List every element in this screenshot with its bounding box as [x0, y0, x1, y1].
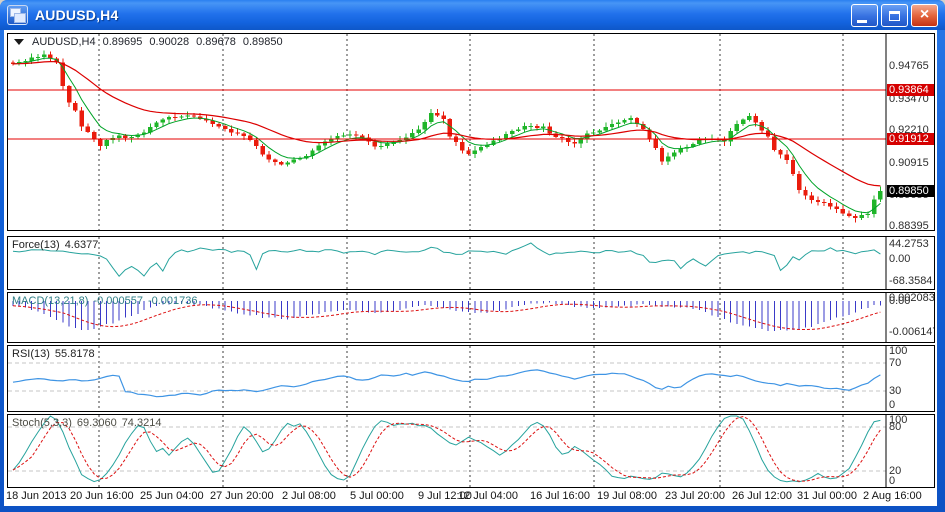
- macd-axis-tick: -0.006147: [889, 326, 935, 338]
- stochastic-d-value: 74.3214: [121, 417, 162, 429]
- current-price-badge: 0.89850: [887, 185, 934, 197]
- force-axis-tick: -68.3584: [889, 275, 933, 287]
- date-label: 5 Jul 00:00: [350, 490, 404, 502]
- rsi-chart-canvas[interactable]: [8, 346, 934, 411]
- date-label: 16 Jul 16:00: [530, 490, 590, 502]
- date-label: 23 Jul 20:00: [665, 490, 725, 502]
- window-title: AUDUSD,H4: [35, 7, 119, 23]
- price-chart-canvas[interactable]: [8, 34, 934, 230]
- rsi-label: RSI(13) 55.8178: [12, 348, 100, 360]
- rsi-axis-tick: 0: [889, 399, 896, 411]
- rsi-axis-tick: 70: [889, 357, 902, 369]
- force-name: Force(13): [12, 239, 60, 251]
- rsi-value: 55.8178: [54, 348, 95, 360]
- window-titlebar[interactable]: AUDUSD,H4 ×: [0, 0, 945, 30]
- force-indicator-panel[interactable]: Force(13) 4.6377 44.2753 0.00 -68.3584: [7, 236, 935, 290]
- header-open: 0.89695: [102, 36, 143, 48]
- macd-label: MACD(13,21,8) -0.000557 -0.001736: [12, 295, 203, 307]
- time-axis[interactable]: 18 Jun 2013 20 Jun 16:00 25 Jun 04:00 27 Ju…: [6, 488, 935, 505]
- date-label: 2 Jul 08:00: [282, 490, 336, 502]
- stoch-axis-tick: 0: [889, 475, 896, 487]
- force-label: Force(13) 4.6377: [12, 239, 103, 251]
- maximize-icon: [889, 10, 900, 21]
- price-level-badge: 0.93864: [887, 84, 934, 96]
- mt4-chart-window: AUDUSD,H4 × AUDUSD,H4 0.89695 0.90028 0.…: [0, 0, 945, 512]
- stochastic-k-value: 69.3060: [76, 417, 117, 429]
- date-label: 25 Jun 04:00: [140, 490, 204, 502]
- price-tick: 0.94765: [889, 60, 929, 72]
- date-label: 18 Jun 2013: [6, 490, 67, 502]
- price-tick: 0.90915: [889, 157, 929, 169]
- date-label: 12 Jul 04:00: [458, 490, 518, 502]
- macd-main-value: -0.000557: [93, 295, 143, 307]
- rsi-axis-tick: 100: [889, 345, 908, 357]
- close-button[interactable]: ×: [911, 4, 938, 27]
- macd-axis-tick: 0.00: [889, 295, 911, 307]
- header-close: 0.89850: [242, 36, 283, 48]
- price-tick: 0.88395: [889, 220, 929, 231]
- macd-name: MACD(13,21,8): [12, 295, 89, 307]
- ohlc-header: AUDUSD,H4 0.89695 0.90028 0.89678 0.8985…: [14, 36, 290, 48]
- symbol-dropdown-icon[interactable]: [14, 39, 24, 45]
- stochastic-name: Stoch(5,3,3): [12, 417, 72, 429]
- rsi-indicator-panel[interactable]: RSI(13) 55.8178 100 70 30 0: [7, 345, 935, 412]
- close-icon: ×: [919, 6, 930, 23]
- date-label: 26 Jul 12:00: [732, 490, 792, 502]
- date-label: 27 Jun 20:00: [210, 490, 274, 502]
- maximize-button[interactable]: [881, 4, 908, 27]
- stochastic-indicator-panel[interactable]: Stoch(5,3,3) 69.3060 74.3214 100 80 20 0: [7, 414, 935, 488]
- force-value: 4.6377: [64, 239, 99, 251]
- window-controls: ×: [851, 4, 938, 27]
- price-chart-panel[interactable]: AUDUSD,H4 0.89695 0.90028 0.89678 0.8985…: [7, 33, 935, 231]
- chart-window-icon: [7, 5, 28, 25]
- stoch-axis-tick: 80: [889, 421, 902, 433]
- minimize-icon: [856, 19, 867, 23]
- header-low: 0.89678: [196, 36, 236, 48]
- date-label: 19 Jul 08:00: [597, 490, 657, 502]
- date-label: 2 Aug 16:00: [863, 490, 922, 502]
- force-axis-tick: 0.00: [889, 253, 911, 265]
- header-high: 0.90028: [149, 36, 190, 48]
- price-level-badge: 0.91912: [887, 133, 934, 145]
- force-axis-tick: 44.2753: [889, 238, 929, 250]
- date-label: 20 Jun 16:00: [70, 490, 134, 502]
- force-chart-canvas[interactable]: [8, 237, 934, 289]
- header-symbol: AUDUSD,H4: [32, 36, 96, 48]
- rsi-axis-tick: 30: [889, 385, 902, 397]
- minimize-button[interactable]: [851, 4, 878, 27]
- macd-signal-value: -0.001736: [147, 295, 198, 307]
- stochastic-label: Stoch(5,3,3) 69.3060 74.3214: [12, 417, 166, 429]
- date-label: 31 Jul 00:00: [797, 490, 857, 502]
- rsi-name: RSI(13): [12, 348, 50, 360]
- macd-indicator-panel[interactable]: MACD(13,21,8) -0.000557 -0.001736 0.002083…: [7, 292, 935, 343]
